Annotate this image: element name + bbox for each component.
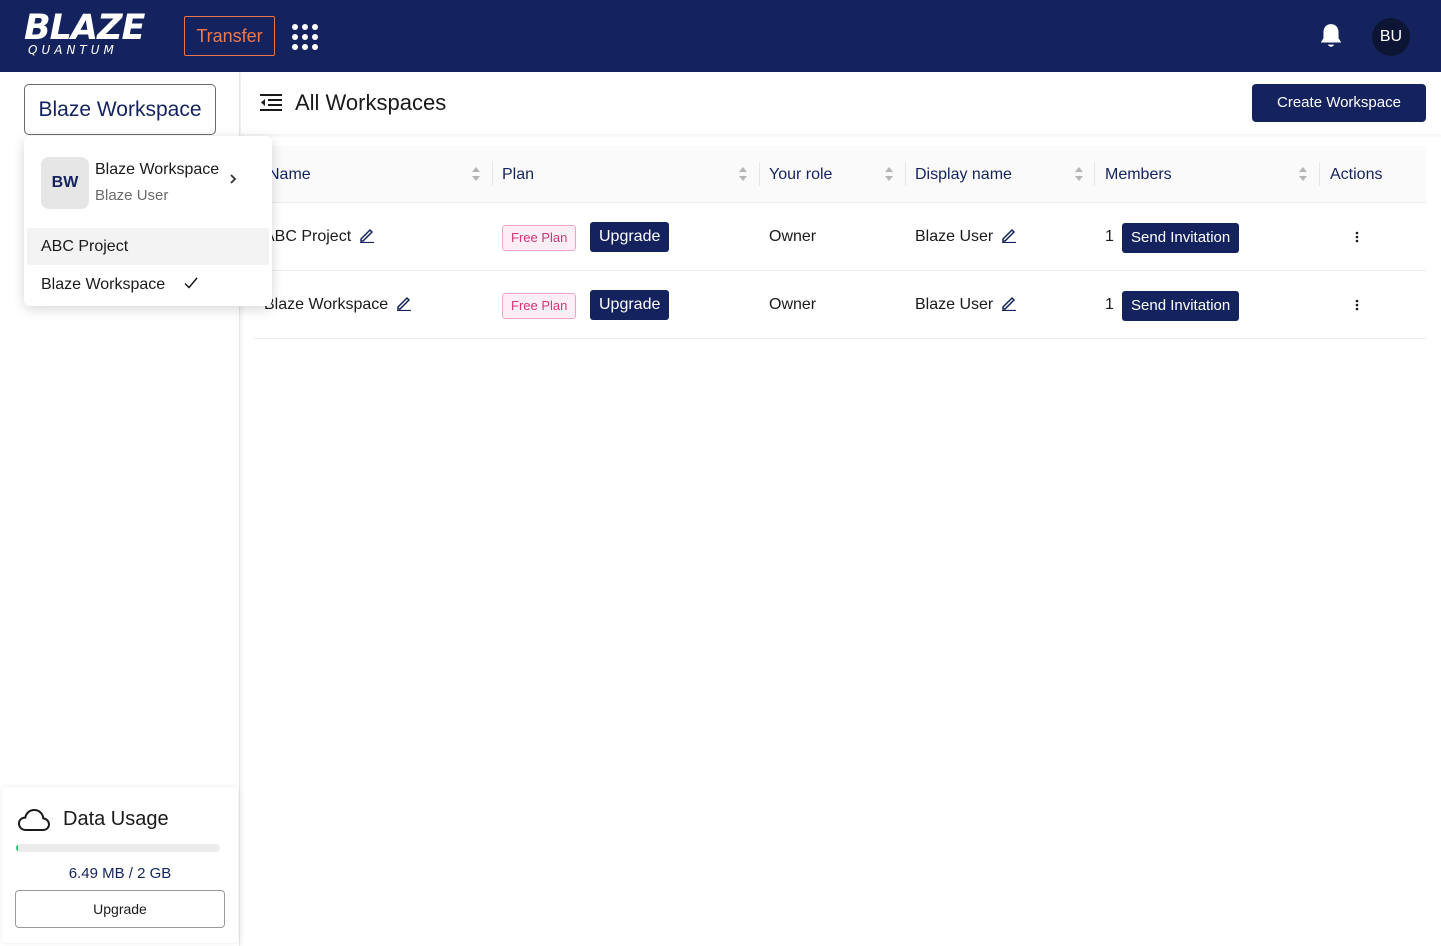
column-header-plan[interactable]: Plan [502, 146, 534, 203]
page-title: All Workspaces [295, 90, 447, 115]
column-header-display-name[interactable]: Display name [915, 146, 1012, 203]
members-count: 1 [1105, 228, 1114, 245]
column-header-name[interactable]: Name [268, 146, 311, 203]
cloud-icon [17, 808, 51, 831]
display-name: Blaze User [915, 228, 994, 245]
table-header: Name Plan Your role Display name Members… [254, 146, 1426, 203]
role-cell: Owner [769, 228, 817, 245]
dropdown-item-label: Blaze Workspace [41, 276, 166, 293]
dropdown-item-abc-project[interactable]: ABC Project [27, 228, 269, 265]
members-count: 1 [1105, 296, 1114, 313]
workspace-name-cell: Blaze Workspace [264, 271, 412, 339]
dropdown-workspace-name[interactable]: Blaze Workspace [95, 160, 219, 180]
column-divider [1094, 162, 1095, 186]
upgrade-button[interactable]: Upgrade [590, 222, 670, 252]
logo-main-text: BLAZE [24, 8, 145, 48]
column-header-actions: Actions [1330, 166, 1383, 183]
transfer-button[interactable]: Transfer [184, 16, 275, 56]
dropdown-item-blaze-workspace[interactable]: Blaze Workspace [27, 266, 269, 303]
edit-icon[interactable] [1001, 295, 1017, 311]
edit-icon[interactable] [396, 295, 412, 311]
workspaces-table: Name Plan Your role Display name Members… [254, 146, 1426, 339]
table-row: Blaze Workspace Free Plan Upgrade Owner … [254, 271, 1426, 339]
display-name-cell: Blaze User [915, 203, 1017, 271]
free-plan-badge: Free Plan [502, 293, 577, 319]
create-workspace-button[interactable]: Create Workspace [1252, 84, 1426, 122]
more-vertical-icon[interactable] [1355, 231, 1359, 243]
table-row: ABC Project Free Plan Upgrade Owner Blaz… [254, 203, 1426, 271]
sort-icon[interactable] [738, 166, 748, 182]
workspace-name: Blaze Workspace [264, 296, 389, 313]
edit-icon[interactable] [1001, 227, 1017, 243]
chevron-right-icon[interactable] [228, 172, 238, 186]
data-usage-progress-fill [16, 844, 19, 852]
logo-sub-text: QUANTUM [28, 43, 118, 57]
column-header-role[interactable]: Your role [769, 146, 832, 203]
workspace-dropdown: BW Blaze Workspace Blaze User ABC Projec… [24, 136, 272, 306]
top-bar: BLAZE QUANTUM Transfer BU [0, 0, 1441, 72]
column-header-members[interactable]: Members [1105, 146, 1172, 203]
data-usage-card: Data Usage 6.49 MB / 2 GB Upgrade [2, 787, 238, 943]
edit-icon[interactable] [359, 227, 375, 243]
dropdown-user-name: Blaze User [95, 187, 169, 204]
workspace-name: ABC Project [264, 228, 352, 245]
workspace-name-cell: ABC Project [264, 203, 375, 271]
bell-icon[interactable] [1318, 22, 1344, 50]
blaze-quantum-logo[interactable]: BLAZE QUANTUM [24, 10, 164, 60]
column-divider [905, 162, 906, 186]
more-vertical-icon[interactable] [1355, 299, 1359, 311]
role-cell: Owner [769, 296, 817, 313]
page-header: All Workspaces Create Workspace [241, 72, 1441, 134]
sort-icon[interactable] [1298, 166, 1308, 182]
menu-collapse-icon[interactable] [260, 93, 282, 111]
data-usage-progress [16, 844, 220, 852]
user-avatar[interactable]: BU [1372, 18, 1410, 56]
workspace-avatar: BW [41, 157, 89, 209]
upgrade-button[interactable]: Upgrade [590, 290, 670, 320]
data-usage-title: Data Usage [63, 808, 169, 830]
usage-upgrade-button[interactable]: Upgrade [15, 890, 225, 928]
column-divider [1319, 162, 1320, 186]
sort-icon[interactable] [1074, 166, 1084, 182]
sort-icon[interactable] [884, 166, 894, 182]
free-plan-badge: Free Plan [502, 225, 577, 251]
display-name: Blaze User [915, 296, 994, 313]
column-divider [759, 162, 760, 186]
data-usage-text: 6.49 MB / 2 GB [68, 865, 172, 882]
column-divider [492, 162, 493, 186]
apps-grid-icon[interactable] [292, 24, 318, 50]
check-icon [184, 277, 198, 289]
send-invitation-button[interactable]: Send Invitation [1122, 223, 1240, 253]
send-invitation-button[interactable]: Send Invitation [1122, 291, 1240, 321]
sort-icon[interactable] [471, 166, 481, 182]
display-name-cell: Blaze User [915, 271, 1017, 339]
dropdown-item-label: ABC Project [41, 238, 129, 255]
workspace-selector[interactable]: Blaze Workspace [24, 84, 216, 135]
